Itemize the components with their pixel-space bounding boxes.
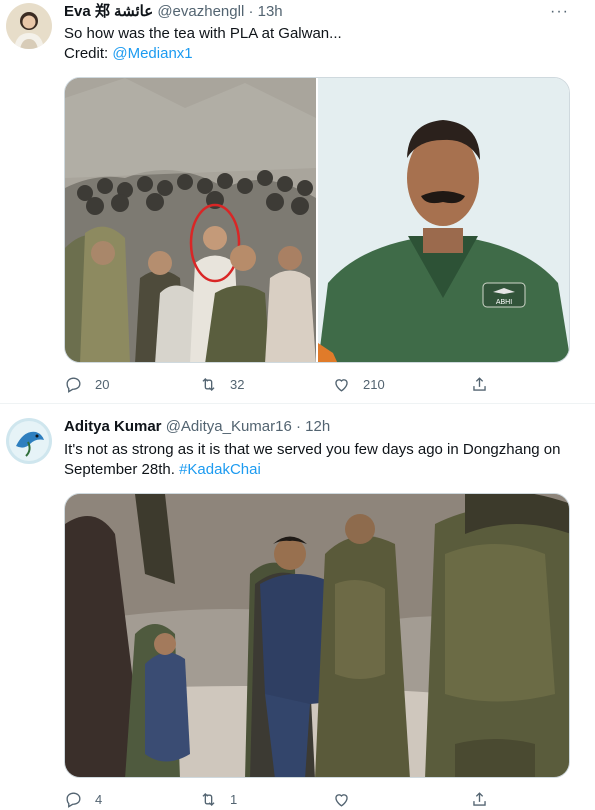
like-button[interactable]: 210 <box>332 375 385 394</box>
share-icon <box>473 792 486 806</box>
reply-button[interactable]: 20 <box>64 375 109 394</box>
avatar-woman-icon <box>6 3 52 49</box>
credit-mention-link[interactable]: @Medianx1 <box>112 45 192 62</box>
retweet-count: 32 <box>230 377 245 392</box>
pilot-portrait-photo[interactable]: ABHI <box>318 78 570 363</box>
tweet-media[interactable] <box>64 493 570 778</box>
soldiers-crowd-photo[interactable] <box>65 78 316 363</box>
retweet-icon <box>202 378 215 391</box>
author-name[interactable]: Aditya Kumar <box>64 418 162 435</box>
name-badge-text: ABHI <box>496 299 512 306</box>
separator-dot: · <box>248 3 254 20</box>
reply-count: 20 <box>95 377 110 392</box>
reply-button[interactable]: 4 <box>64 790 102 809</box>
tweet-text: So how was the tea with PLA at Galwan...… <box>64 24 579 64</box>
retweet-icon <box>202 793 215 806</box>
author-handle[interactable]: @Aditya_Kumar16 <box>166 418 292 435</box>
more-options-icon[interactable]: ··· <box>550 2 569 22</box>
tweet-1[interactable]: Eva 郑 عائشة @evazhengll · 13h ··· So how… <box>0 0 595 400</box>
reply-count: 4 <box>95 792 103 807</box>
avatar-eva[interactable] <box>6 3 52 49</box>
tweet-body: So how was the tea with PLA at Galwan... <box>64 25 342 42</box>
share-icon <box>473 377 486 391</box>
tweet-header: Eva 郑 عائشة @evazhengll · 13h <box>64 2 283 22</box>
reply-icon <box>66 377 81 393</box>
tweet-header: Aditya Kumar @Aditya_Kumar16 · 12h <box>64 417 330 437</box>
tweet-time[interactable]: 13h <box>258 3 283 20</box>
retweet-button[interactable]: 1 <box>199 790 237 809</box>
author-handle[interactable]: @evazhengll <box>157 3 244 20</box>
tweet-time[interactable]: 12h <box>305 418 330 435</box>
reply-icon <box>66 792 81 808</box>
separator-dot: · <box>296 418 301 435</box>
credit-line: Credit: @Medianx1 <box>64 44 579 64</box>
tweet-text: It's not as strong as it is that we serv… <box>64 440 579 480</box>
share-button[interactable] <box>470 375 489 394</box>
share-button[interactable] <box>470 790 489 809</box>
heart-icon <box>335 794 348 807</box>
tweet-actions: 4 1 <box>64 790 504 810</box>
tweet-media-grid[interactable]: ABHI <box>64 77 570 363</box>
author-name[interactable]: Eva 郑 عائشة <box>64 3 153 20</box>
tweet-actions: 20 32 210 <box>64 375 504 395</box>
like-count: 210 <box>363 377 385 392</box>
heart-icon <box>335 379 348 392</box>
avatar-aditya[interactable] <box>6 418 52 464</box>
tweet-body: It's not as strong as it is that we serv… <box>64 441 561 478</box>
credit-label: Credit: <box>64 45 113 62</box>
hashtag-link[interactable]: #KadakChai <box>179 461 261 478</box>
avatar-bird-icon <box>6 418 52 464</box>
retweet-button[interactable]: 32 <box>199 375 244 394</box>
retweet-count: 1 <box>230 792 238 807</box>
soldiers-detaining-photo[interactable] <box>65 494 570 778</box>
tweet-2[interactable]: Aditya Kumar @Aditya_Kumar16 · 12h It's … <box>0 404 595 808</box>
like-button[interactable] <box>332 790 351 809</box>
